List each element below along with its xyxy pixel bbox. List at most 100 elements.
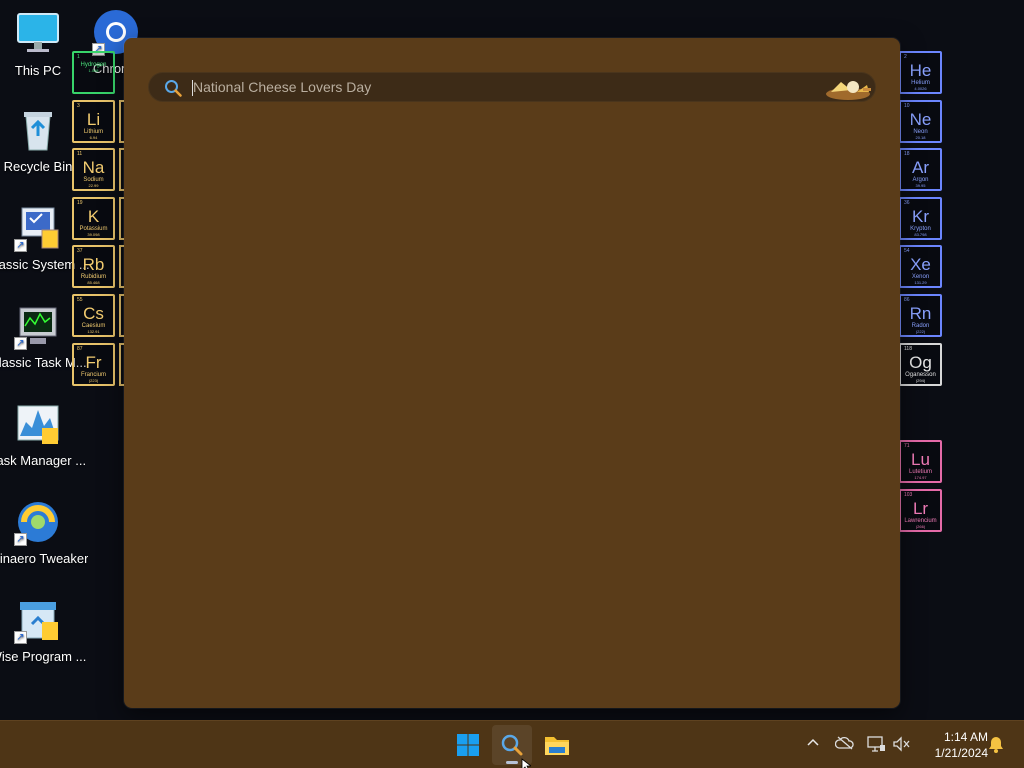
- element-symbol: K: [87, 206, 100, 226]
- periodic-element-tile: 36 Kr Krypton 83.798: [899, 196, 942, 240]
- element-weight: (266): [915, 523, 926, 529]
- element-number: 36: [904, 199, 910, 206]
- desktop-icon-label: Winaero Tweaker: [0, 551, 89, 566]
- element-symbol: Rb: [82, 255, 105, 275]
- desktop-icon-label: Task Manager ...: [0, 453, 87, 468]
- element-number: 1: [77, 54, 80, 60]
- element-symbol: Lu: [911, 450, 930, 469]
- desktop-icon-task-manager[interactable]: Task Manager ...: [0, 400, 86, 469]
- periodic-element-tile: 118 Og Oganesson (294): [899, 342, 942, 386]
- network-icon[interactable]: [866, 735, 886, 755]
- desktop-icon-this-pc[interactable]: This PC: [2, 10, 74, 79]
- search-panel: [124, 38, 900, 708]
- element-number: 11: [77, 151, 83, 158]
- periodic-element-tile: 1 Hydrogen 1.008: [72, 51, 115, 94]
- element-symbol: Ne: [909, 109, 932, 129]
- element-weight: 131.29: [914, 280, 927, 286]
- taskbar: 1:14 AM 1/21/2024: [0, 720, 1024, 768]
- search-input[interactable]: [193, 75, 813, 99]
- element-weight: 174.97: [914, 475, 927, 480]
- system-icon: ↗: [14, 204, 62, 252]
- element-number: 3: [77, 102, 80, 109]
- element-weight: (222): [915, 329, 926, 334]
- file-explorer-button[interactable]: [536, 725, 576, 765]
- element-name: Potassium: [79, 225, 108, 232]
- start-button[interactable]: [448, 725, 488, 765]
- wise-uninstaller-icon: ↗: [14, 596, 62, 644]
- element-number: 2: [904, 54, 907, 60]
- active-indicator: [506, 761, 518, 764]
- element-number: 71: [904, 443, 910, 449]
- periodic-element-tile: 18 Ar Argon 39.95: [899, 148, 942, 192]
- element-number: 10: [904, 102, 910, 109]
- system-clock[interactable]: 1:14 AM 1/21/2024: [918, 729, 988, 761]
- search-icon: [501, 734, 523, 756]
- element-symbol: Og: [909, 352, 932, 372]
- element-symbol: Rn: [909, 304, 932, 323]
- search-box[interactable]: [148, 72, 876, 102]
- periodic-element-tile: 37 Rb Rubidium 85.468: [72, 245, 115, 289]
- element-weight: (223): [88, 377, 99, 383]
- recycle-bin-icon: [14, 106, 62, 154]
- element-symbol: He: [909, 61, 932, 80]
- element-symbol: Cs: [83, 304, 104, 323]
- periodic-element-tile: 10 Ne Neon 20.18: [899, 99, 942, 143]
- clock-time: 1:14 AM: [943, 730, 988, 744]
- element-weight: 39.098: [87, 231, 100, 237]
- element-symbol: Lr: [912, 498, 929, 518]
- element-number: 86: [904, 297, 910, 303]
- periodic-element-tile: 71 Lu Lutetium 174.97: [899, 440, 942, 483]
- folder-icon: [545, 737, 569, 755]
- element-weight: 1.008: [88, 68, 99, 73]
- onedrive-offline-icon[interactable]: [834, 735, 855, 755]
- element-weight: 4.0026: [914, 86, 927, 91]
- periodic-element-tile: 55 Cs Caesium 132.91: [72, 294, 115, 337]
- task-manager-icon: ↗: [14, 302, 62, 350]
- element-symbol: Li: [86, 109, 101, 129]
- element-weight: 22.99: [88, 183, 99, 189]
- element-symbol: Xe: [910, 255, 931, 275]
- clock-date: 1/21/2024: [934, 746, 988, 760]
- notification-bell-icon[interactable]: [986, 735, 1006, 755]
- element-weight: 83.798: [914, 231, 927, 237]
- element-symbol: Kr: [912, 206, 929, 226]
- desktop-icon-classic-system[interactable]: ↗ Classic System ...: [0, 204, 90, 273]
- element-symbol: Na: [82, 158, 105, 178]
- periodic-element-tile: 11 Na Sodium 22.99: [72, 148, 115, 192]
- element-number: 37: [77, 248, 83, 255]
- element-number: 18: [904, 151, 910, 158]
- chevron-up-icon[interactable]: [803, 735, 823, 755]
- cheese-board-icon[interactable]: [823, 74, 873, 102]
- element-weight: (294): [915, 377, 926, 383]
- element-number: 54: [904, 248, 910, 255]
- element-weight: 132.91: [87, 329, 100, 334]
- periodic-element-tile: 87 Fr Francium (223): [72, 342, 115, 386]
- element-name: Lawrencium: [904, 517, 937, 524]
- desktop-icon-recycle-bin[interactable]: Recycle Bin: [2, 106, 74, 175]
- winaero-icon: ↗: [14, 498, 62, 546]
- desktop-icon-label: Recycle Bin: [3, 159, 73, 174]
- search-icon: [164, 79, 182, 97]
- desktop-icon-label: Wise Program ...: [0, 649, 87, 664]
- volume-muted-icon[interactable]: [892, 735, 912, 755]
- element-number: 103: [904, 491, 913, 498]
- shortcut-arrow-icon: ↗: [14, 337, 27, 350]
- desktop-icon-classic-task-manager[interactable]: ↗ Classic Task M...: [0, 302, 87, 371]
- element-symbol: Fr: [85, 352, 102, 372]
- mouse-cursor-icon: [521, 758, 531, 768]
- monitor-icon: [14, 10, 62, 58]
- desktop-icon-wise-program[interactable]: ↗ Wise Program ...: [0, 596, 86, 665]
- element-weight: 6.94: [89, 134, 98, 140]
- periodic-element-tile: 54 Xe Xenon 131.29: [899, 245, 942, 289]
- windows-logo-icon: [457, 734, 479, 756]
- shortcut-arrow-icon: ↗: [14, 533, 27, 546]
- periodic-element-tile: 19 K Potassium 39.098: [72, 196, 115, 240]
- shortcut-arrow-icon: ↗: [14, 239, 27, 252]
- element-symbol: Ar: [912, 158, 929, 178]
- shortcut-arrow-icon: ↗: [14, 631, 27, 644]
- element-weight: 20.18: [915, 134, 926, 140]
- element-weight: 85.468: [87, 280, 100, 286]
- periodic-element-tile: 2 He Helium 4.0026: [899, 51, 942, 94]
- element-weight: 39.95: [915, 183, 926, 189]
- desktop-icon-winaero-tweaker[interactable]: ↗ Winaero Tweaker: [0, 498, 88, 567]
